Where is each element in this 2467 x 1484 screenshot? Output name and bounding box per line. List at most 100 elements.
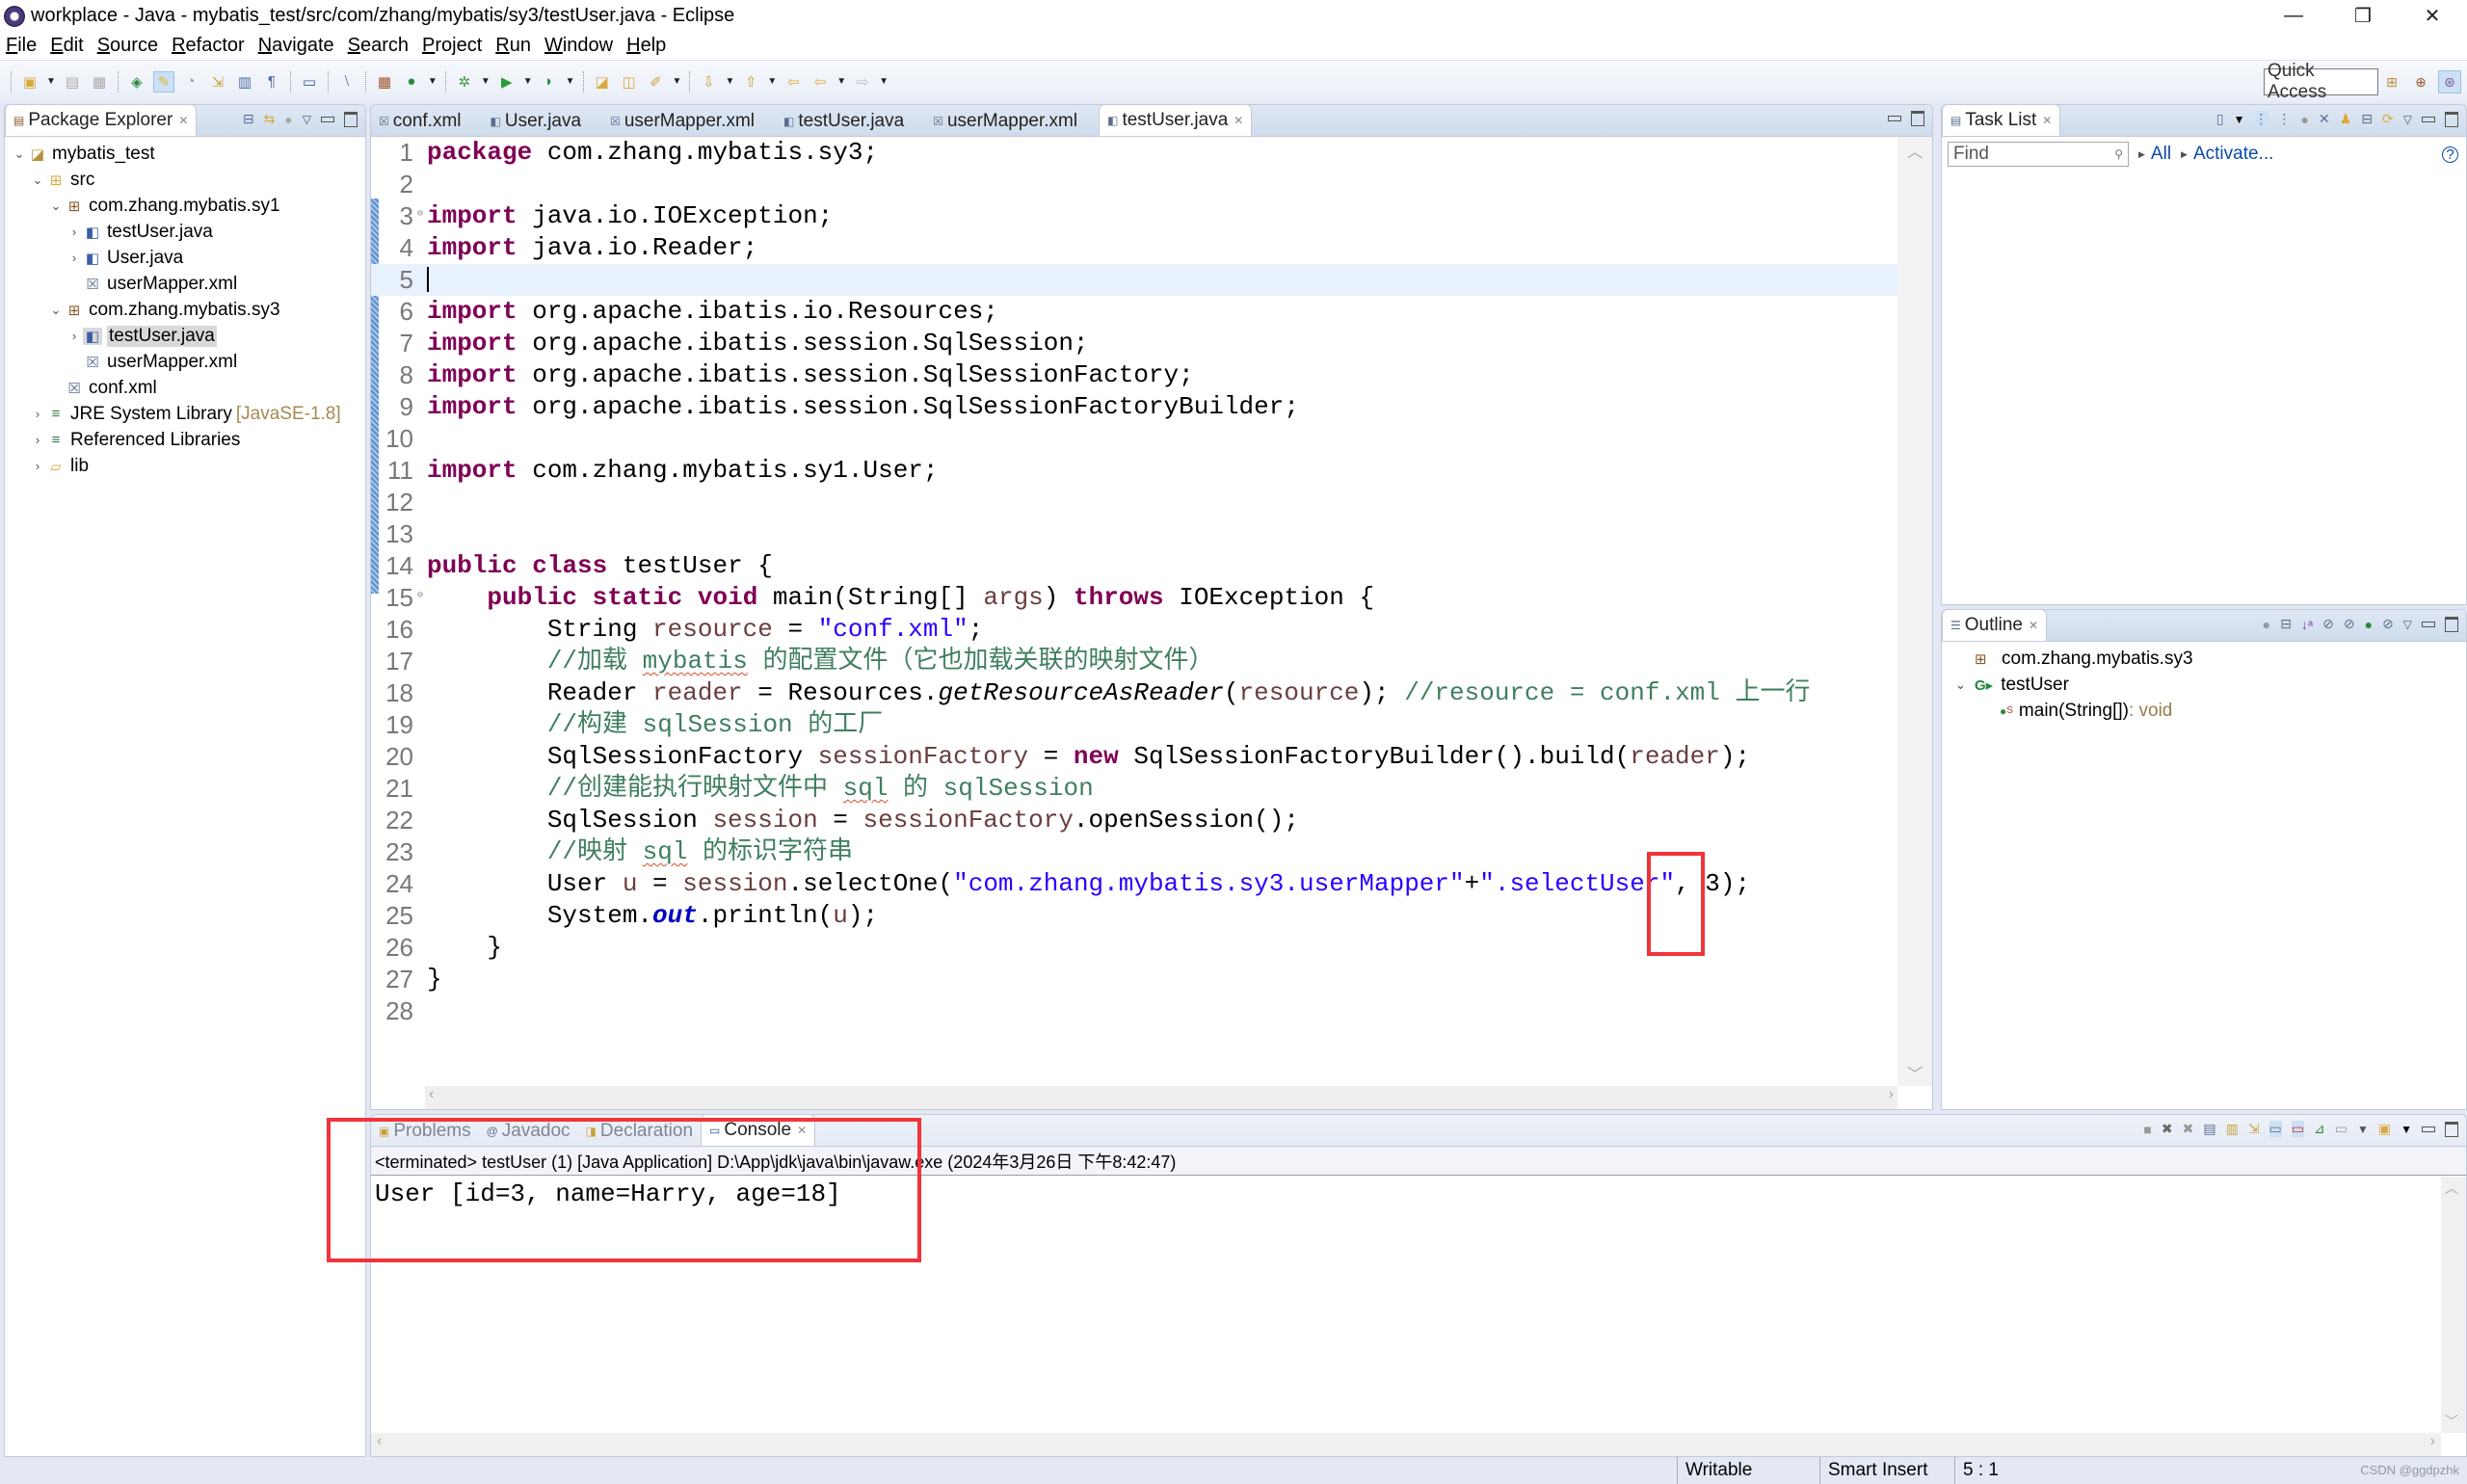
scroll-left-icon[interactable]: ‹	[377, 1433, 382, 1450]
help-icon[interactable]: ?	[2442, 146, 2458, 163]
tab-task-list[interactable]: ▤ Task List ✕	[1942, 105, 2061, 136]
close-icon[interactable]: ✕	[178, 114, 188, 127]
tree-item-library[interactable]: › ≡ JRE System Library [JavaSE-1.8]	[5, 401, 365, 427]
minimize-icon[interactable]	[321, 116, 334, 122]
code-line[interactable]: 23 //映射 sql 的标识字符串	[371, 836, 1897, 868]
new-task-dropdown-icon[interactable]: ▼	[2234, 113, 2245, 126]
save-icon[interactable]: ▤	[62, 71, 83, 93]
next-annotation-dropdown-icon[interactable]: ▼	[725, 76, 734, 87]
minimize-icon[interactable]	[2422, 621, 2435, 627]
menu-navigate[interactable]: Navigate	[258, 35, 334, 57]
quick-access-input[interactable]: Quick Access	[2264, 61, 2378, 102]
display-console-icon[interactable]: ▭	[2335, 1121, 2348, 1137]
code-line[interactable]: 8 import org.apache.ibatis.session.SqlSes…	[371, 359, 1897, 391]
code-line[interactable]: 15 ⊖ public static void main(String[] arg…	[371, 582, 1897, 614]
code-line[interactable]: 28	[371, 995, 1897, 1027]
minimize-icon[interactable]	[1888, 116, 1901, 121]
next-annotation-icon[interactable]: ⇲	[207, 71, 228, 93]
tree-item-package[interactable]: ⌄ ⊞ com.zhang.mybatis.sy3	[5, 297, 365, 323]
editor-tab[interactable]: ☒ conf.xml	[371, 106, 469, 136]
fold-toggle-icon[interactable]: ⊖	[413, 582, 427, 614]
view-menu-icon[interactable]: ▽	[303, 113, 311, 126]
menu-search[interactable]: Search	[348, 35, 409, 57]
maximize-button[interactable]: ❐	[2328, 0, 2398, 32]
code-line[interactable]: 17 //加载 mybatis 的配置文件（它也加载关联的映射文件）	[371, 646, 1897, 677]
editor-tab-active[interactable]: ◧ testUser.java ✕	[1099, 105, 1253, 136]
tab-console[interactable]: ▭ Console ✕	[701, 1115, 816, 1146]
console-horizontal-scrollbar[interactable]: ‹ ›	[371, 1433, 2441, 1456]
tree-item-file[interactable]: ☒ userMapper.xml	[5, 349, 365, 375]
toggle-breadcrumb-icon[interactable]: ◔	[180, 71, 201, 93]
open-type-icon[interactable]: ◈	[126, 71, 147, 93]
close-button[interactable]: ✕	[2398, 0, 2467, 32]
console-vertical-scrollbar[interactable]: ︿ ﹀	[2441, 1177, 2466, 1433]
console-output[interactable]: User [id=3, name=Harry, age=18]	[371, 1176, 2466, 1208]
focus-icon[interactable]: ●	[2301, 112, 2309, 127]
code-lines[interactable]: 1 package com.zhang.mybatis.sy3; 2 3 ⊖ import…	[371, 137, 1897, 1086]
chevron-right-icon[interactable]: ›	[66, 329, 83, 343]
tree-item-project[interactable]: ⌄ ◪ mybatis_test	[5, 141, 365, 167]
tab-declaration[interactable]: ◨ Declaration	[578, 1116, 701, 1146]
code-line[interactable]: 5	[371, 264, 1897, 296]
collapse-all-icon[interactable]: ⊟	[2280, 616, 2292, 632]
clear-console-icon[interactable]: ▤	[2203, 1121, 2215, 1137]
fold-toggle-icon[interactable]: ⊖	[413, 200, 427, 232]
show-whitespace-icon[interactable]: ¶	[261, 71, 282, 93]
outline-item-package[interactable]: ⊞ com.zhang.mybatis.sy3	[1942, 646, 2466, 672]
chevron-right-icon[interactable]: ›	[66, 251, 83, 265]
code-line[interactable]: 25 System.out.println(u);	[371, 900, 1897, 932]
code-line[interactable]: 11 import com.zhang.mybatis.sy1.User;	[371, 455, 1897, 487]
scroll-down-icon[interactable]: ﹀	[1907, 1061, 1923, 1084]
code-line[interactable]: 24 User u = session.selectOne("com.zhang…	[371, 868, 1897, 900]
skip-breakpoints-icon[interactable]: ⧵	[336, 71, 358, 93]
pin-console-icon[interactable]: ⊿	[2314, 1121, 2325, 1137]
status-insert-mode[interactable]: Smart Insert	[1819, 1457, 1954, 1484]
code-line[interactable]: 4 import java.io.Reader;	[371, 232, 1897, 264]
code-line[interactable]: 18 Reader reader = Resources.getResource…	[371, 677, 1897, 709]
tab-problems[interactable]: ▣ Problems	[371, 1116, 479, 1146]
all-link[interactable]: All	[2151, 144, 2171, 165]
code-line[interactable]: 13	[371, 518, 1897, 550]
previous-annotation-icon[interactable]: ⇧	[740, 71, 761, 93]
chevron-down-icon[interactable]: ⌄	[1955, 677, 1975, 693]
outline-item-class[interactable]: ⌄ G▸ testUser	[1942, 672, 2466, 698]
maximize-icon[interactable]	[344, 111, 358, 127]
minimize-icon[interactable]	[2422, 116, 2435, 122]
menu-refactor[interactable]: Refactor	[172, 35, 245, 57]
code-line[interactable]: 27}	[371, 964, 1897, 995]
view-menu-icon[interactable]: ▽	[2403, 618, 2412, 631]
show-stdout-icon[interactable]: ▭	[2268, 1121, 2282, 1137]
show-only-my-tasks-icon[interactable]: ♟	[2340, 111, 2352, 127]
scroll-lock-icon[interactable]: ▥	[2226, 1121, 2239, 1137]
close-icon[interactable]: ✕	[2042, 114, 2052, 127]
code-line[interactable]: 10	[371, 423, 1897, 455]
chevron-down-icon[interactable]: ⌄	[11, 146, 28, 162]
tab-outline[interactable]: ☰ Outline ✕	[1942, 610, 2048, 641]
find-input[interactable]: Find ⚲	[1948, 142, 2129, 167]
activate-link[interactable]: Activate...	[2193, 144, 2273, 165]
code-line[interactable]: 16 String resource = "conf.xml";	[371, 614, 1897, 646]
code-line[interactable]: 14 public class testUser {	[371, 550, 1897, 582]
menu-run[interactable]: Run	[495, 35, 531, 57]
code-line[interactable]: 19 //构建 sqlSession 的工厂	[371, 709, 1897, 741]
scroll-down-icon[interactable]: ﹀	[2445, 1412, 2458, 1431]
scheduled-icon[interactable]: ⋮	[2278, 111, 2292, 127]
code-line[interactable]: 9 import org.apache.ibatis.session.SqlSes…	[371, 391, 1897, 423]
code-line[interactable]: 12	[371, 487, 1897, 518]
maximize-icon[interactable]	[2445, 111, 2458, 127]
console-view-icon[interactable]: ▭	[299, 71, 320, 93]
chevron-right-icon[interactable]: ›	[29, 459, 46, 473]
synchronize-icon[interactable]: ⟳	[2382, 111, 2394, 127]
show-stderr-icon[interactable]: ▭	[2291, 1121, 2305, 1137]
chevron-right-icon[interactable]: ›	[29, 433, 46, 447]
collapse-all-icon[interactable]: ⊟	[2361, 111, 2373, 127]
chevron-right-icon[interactable]: ›	[29, 407, 46, 421]
forward-dropdown-icon[interactable]: ▼	[879, 76, 889, 87]
menu-file[interactable]: File	[6, 35, 37, 57]
hide-non-public-icon[interactable]: ●	[2365, 617, 2373, 632]
last-edit-location-icon[interactable]: ⇦	[783, 71, 804, 93]
tree-item-file[interactable]: ☒ conf.xml	[5, 375, 365, 401]
terminate-icon[interactable]: ■	[2143, 1122, 2151, 1137]
external-tools-dropdown-icon[interactable]: ▼	[566, 76, 575, 87]
hide-static-icon[interactable]: ⊘	[2344, 616, 2355, 632]
